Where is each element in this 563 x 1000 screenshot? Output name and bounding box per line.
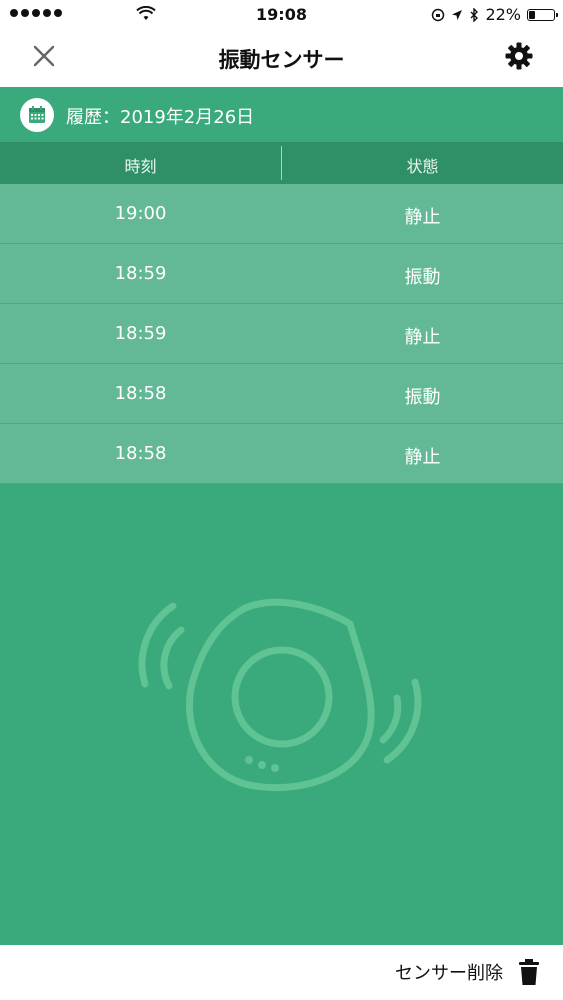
row-time: 18:59 [114,263,167,284]
battery-icon [527,8,558,21]
trash-icon [519,959,539,985]
battery-percent: 22% [485,5,521,24]
gear-icon[interactable] [503,40,535,72]
history-date-label: 履歴：2019年2月26日 [66,107,255,128]
nav-bar: 振動センサー [0,30,563,87]
bluetooth-icon [470,7,479,22]
header-time: 時刻 [124,157,157,176]
table-row: 18:58 静止 [0,424,563,484]
row-time: 18:58 [114,443,167,464]
delete-sensor-button[interactable]: センサー削除 [395,959,539,985]
location-icon [452,9,463,20]
table-row: 18:58 振動 [0,364,563,424]
row-time: 19:00 [114,203,167,224]
row-time: 18:58 [114,383,167,404]
history-bar[interactable]: 履歴：2019年2月26日 [0,87,563,142]
page-title: 振動センサー [218,48,345,72]
calendar-icon [20,98,54,132]
main-area [0,484,563,945]
row-state: 静止 [404,207,441,228]
rotation-lock-icon [432,8,445,21]
row-state: 振動 [404,387,441,408]
header-state: 状態 [406,157,439,176]
delete-sensor-label: センサー削除 [395,963,503,984]
table-header: 時刻 状態 [0,142,563,184]
row-time: 18:59 [114,323,167,344]
table-row: 18:59 静止 [0,304,563,364]
row-state: 静止 [404,327,441,348]
history-table: 19:00 静止 18:59 振動 18:59 静止 18:58 振動 18:5… [0,184,563,484]
vibration-sensor-illustration [138,598,422,792]
bottom-bar: センサー削除 [0,945,563,1000]
row-state: 静止 [404,447,441,468]
table-row: 18:59 振動 [0,244,563,304]
row-state: 振動 [404,267,441,288]
table-row: 19:00 静止 [0,184,563,244]
status-right: 22% [431,5,558,24]
status-bar: 19:08 22% [0,0,563,30]
